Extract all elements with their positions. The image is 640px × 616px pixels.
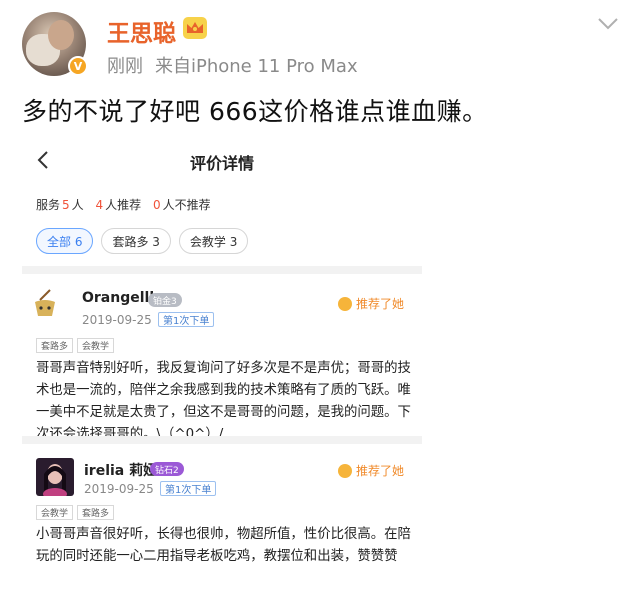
post-meta: 刚刚 来自iPhone 11 Pro Max (107, 52, 358, 78)
review-date: 2019-09-25 (82, 313, 152, 327)
review-text: 小哥哥声音很好听，长得也很帅，物超所值，性价比很高。在陪玩的同时还能一心二用指导… (36, 527, 411, 564)
username[interactable]: 王思聪 (107, 14, 176, 48)
tag: 会教学 (77, 338, 115, 353)
review-date: 2019-09-25 (84, 482, 154, 496)
tag: 会教学 (36, 505, 74, 520)
crown-icon (183, 17, 207, 39)
tag: 套路多 (77, 505, 115, 520)
review-stats: 服务 5 人 4 人推荐 0 人不推荐 (36, 198, 211, 212)
level-badge: 铂金3 (148, 293, 182, 307)
verified-badge: V (68, 56, 88, 76)
order-badge: 第1次下单 (158, 312, 215, 327)
review-tags: 会教学 套路多 (36, 505, 115, 520)
nav-bar: 评价详情 (22, 130, 422, 188)
page-title: 评价详情 (189, 154, 254, 173)
level-badge: 钻石2 (150, 462, 184, 476)
filter-chip-all[interactable]: 全部 6 (36, 228, 94, 254)
recommend-label: 推荐了她 (337, 295, 404, 312)
recommend-label: 推荐了她 (337, 462, 404, 479)
filter-chip-tricky[interactable]: 套路多 3 (101, 228, 171, 254)
section-divider (22, 436, 422, 444)
reviewer-name: irelia 莉娅 (84, 463, 158, 479)
review-text: 哥哥声音特别好听，我反复询问了好多次是不是声优；哥哥的技术也是一流的，陪伴之余我… (36, 361, 411, 442)
section-divider (22, 266, 422, 274)
tag: 套路多 (36, 338, 74, 353)
review-tags: 套路多 会教学 (36, 338, 115, 353)
post-time: 刚刚 (107, 56, 143, 77)
post-text: 多的不说了好吧 666这价格谁点谁血赚。 (22, 97, 488, 126)
smile-icon (337, 463, 352, 478)
filter-chips: 全部 6 套路多 3 会教学 3 (36, 228, 249, 254)
review-screenshot: 评价详情 服务 5 人 4 人推荐 0 人不推荐 全部 6 套路多 3 会教学 3 Or… (22, 130, 422, 616)
post-source: 来自iPhone 11 Pro Max (155, 56, 358, 77)
post-header: V 王思聪 刚刚 来自iPhone 11 Pro Max (22, 8, 622, 78)
chevron-down-icon[interactable] (596, 16, 620, 32)
filter-chip-teaching[interactable]: 会教学 3 (178, 228, 249, 254)
smile-icon (337, 296, 352, 311)
reviewer-name: Orangelll (82, 290, 155, 306)
order-badge: 第1次下单 (160, 481, 217, 496)
avatar[interactable] (32, 288, 58, 318)
avatar[interactable] (36, 458, 74, 496)
